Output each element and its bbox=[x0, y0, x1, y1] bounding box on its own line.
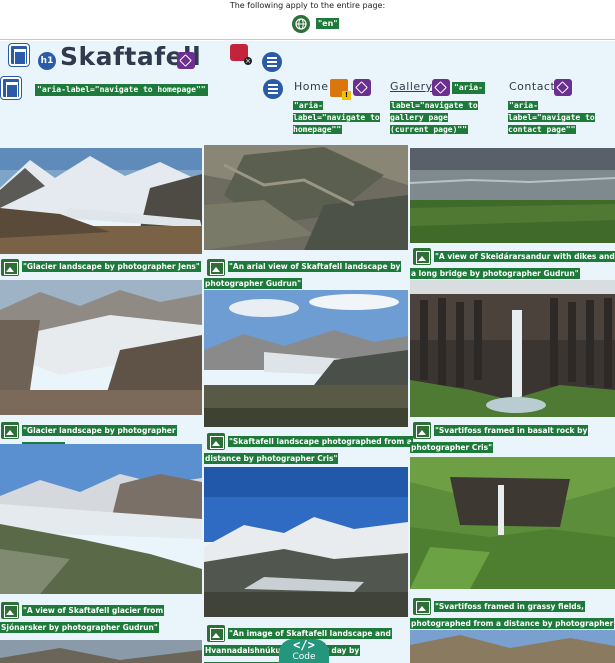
gallery-photo-svartifoss-grassy[interactable] bbox=[410, 457, 615, 589]
warning-icon bbox=[330, 79, 351, 100]
code-view-button[interactable]: </> Code bbox=[279, 639, 329, 663]
gallery-photo-partial[interactable] bbox=[410, 630, 615, 663]
site-header: h1 Skaftafell "aria-label="navigate to h… bbox=[0, 41, 615, 145]
nav-list-icon bbox=[263, 79, 283, 99]
photo-caption: "Skaftafell landscape photographed from … bbox=[204, 436, 413, 464]
lang-attribute-label: "en" bbox=[316, 18, 340, 29]
nav-gallery-aria-label: label="navigate to gallery page (current… bbox=[390, 101, 478, 134]
h1-badge-icon: h1 bbox=[38, 52, 56, 70]
link-landmark-icon bbox=[1, 77, 21, 99]
photo-caption: "An arial view of Skaftafell landscape b… bbox=[204, 261, 402, 289]
nav-home-link[interactable]: Home bbox=[294, 80, 328, 93]
image-icon bbox=[1, 259, 19, 276]
home-link-aria-label: "aria-label="navigate to homepage"" bbox=[35, 84, 208, 96]
tag-icon bbox=[554, 79, 572, 96]
code-icon: </> bbox=[293, 638, 315, 652]
page-wide-annotations: The following apply to the entire page: … bbox=[0, 0, 615, 40]
globe-icon bbox=[292, 15, 310, 33]
gallery-photo-svartifoss-basalt[interactable] bbox=[410, 280, 615, 417]
gallery-photo-hvannadalshnukur[interactable] bbox=[204, 467, 408, 617]
code-button-label: Code bbox=[292, 652, 316, 662]
nav-contact-aria-label: "aria-label="navigate to contact page"" bbox=[508, 101, 595, 134]
tag-icon bbox=[177, 52, 195, 69]
gallery-photo-sjonarsker[interactable] bbox=[0, 444, 202, 594]
gallery-photo-aerial-skaftafell[interactable] bbox=[204, 145, 408, 250]
nav-gallery-link[interactable]: Gallery bbox=[390, 80, 433, 93]
gallery-photo-glacier-jens[interactable] bbox=[0, 148, 202, 254]
tag-icon bbox=[353, 79, 371, 96]
gallery-photo-glacier-wopstah[interactable] bbox=[0, 280, 202, 415]
photo-caption: "A view of Skaftafell glacier from Sjóna… bbox=[0, 605, 165, 633]
photo-caption: "Glacier landscape by photographer Jens" bbox=[22, 261, 201, 272]
header-landmark-icon bbox=[9, 44, 29, 66]
page-wide-notice: The following apply to the entire page: bbox=[229, 1, 386, 10]
photo-gallery: "Glacier landscape by photographer Jens"… bbox=[0, 145, 615, 663]
nav-home-aria-label: "aria-label="navigate to homepage"" bbox=[293, 101, 380, 134]
list-icon bbox=[262, 52, 282, 72]
gallery-photo-partial[interactable] bbox=[0, 640, 202, 663]
tag-icon bbox=[432, 79, 450, 96]
photo-caption: "A view of Skeidárarsandur with dikes an… bbox=[410, 251, 615, 279]
image-icon bbox=[1, 422, 19, 439]
photo-caption: "Svartifoss framed in basalt rock by pho… bbox=[410, 425, 589, 453]
nav-gallery-aria-start: "aria- bbox=[452, 82, 485, 94]
nav-contact-link[interactable]: Contact bbox=[509, 80, 555, 93]
error-tag-icon bbox=[230, 44, 252, 65]
gallery-photo-skeidararsandur[interactable] bbox=[410, 148, 615, 243]
gallery-photo-skaftafell-distance[interactable] bbox=[204, 290, 408, 427]
